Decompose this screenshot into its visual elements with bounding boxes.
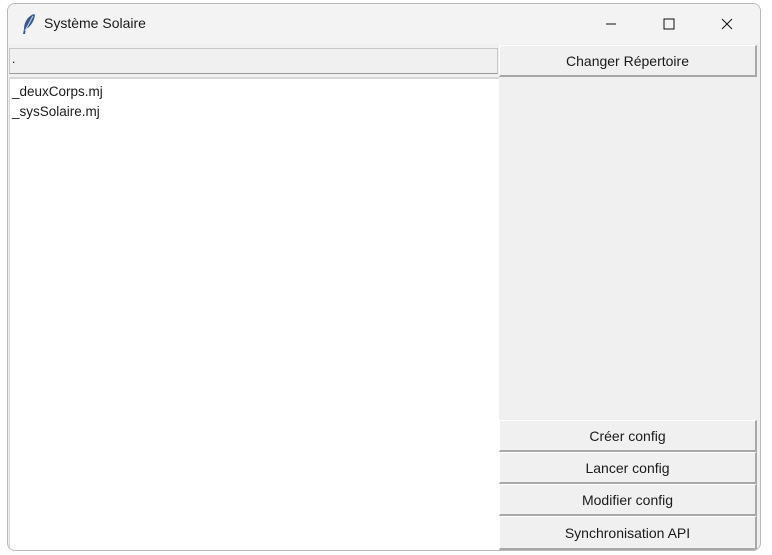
- list-item[interactable]: _sysSolaire.mj: [10, 102, 499, 122]
- change-directory-button[interactable]: Changer Répertoire: [499, 45, 757, 77]
- list-item[interactable]: _deuxCorps.mj: [10, 82, 499, 102]
- close-button[interactable]: [704, 4, 750, 44]
- minimize-icon: [605, 15, 617, 34]
- file-list[interactable]: _deuxCorps.mj _sysSolaire.mj: [9, 77, 499, 550]
- close-icon: [721, 15, 733, 34]
- sync-api-button[interactable]: Synchronisation API: [499, 516, 757, 550]
- window-title: Système Solaire: [44, 15, 146, 31]
- feather-icon: [20, 13, 38, 35]
- minimize-button[interactable]: [588, 4, 634, 44]
- modify-config-button[interactable]: Modifier config: [499, 484, 757, 516]
- launch-config-button[interactable]: Lancer config: [499, 452, 757, 484]
- app-window: Système Solaire . Changer Répertoire _de…: [7, 3, 761, 551]
- title-bar[interactable]: Système Solaire: [8, 4, 760, 44]
- maximize-icon: [663, 15, 675, 34]
- directory-input[interactable]: .: [9, 48, 498, 74]
- maximize-button[interactable]: [646, 4, 692, 44]
- create-config-button[interactable]: Créer config: [499, 420, 757, 452]
